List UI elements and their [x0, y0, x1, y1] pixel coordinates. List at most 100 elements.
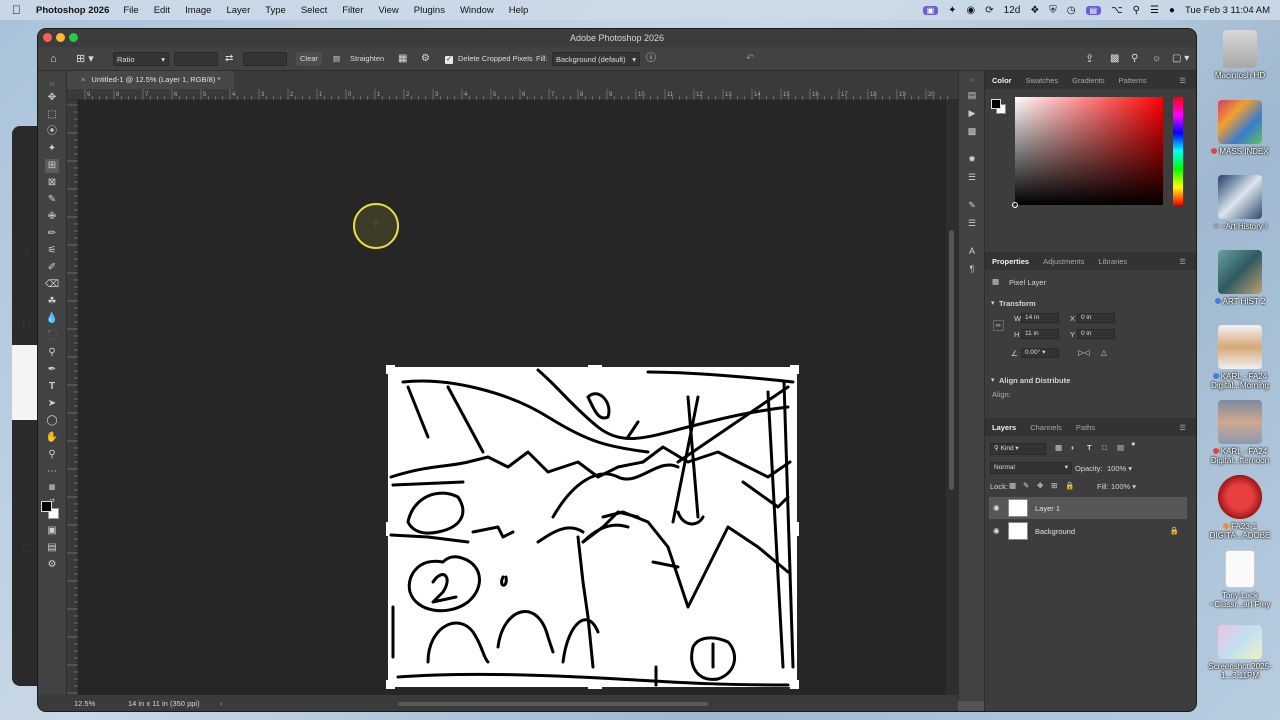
height-input[interactable]: 11 in — [1021, 329, 1059, 339]
ellipse-tool-icon[interactable]: ◯ — [45, 414, 59, 428]
fill-value[interactable]: 100% ▾ — [1111, 482, 1136, 491]
angle-input[interactable]: 0.00° ▾ — [1021, 348, 1059, 358]
apple-menu-icon[interactable]:  — [12, 3, 30, 17]
desktop-icon-tony-lack[interactable]: Tony Lack ~Classr...arl Frey — [1200, 550, 1280, 609]
comments-icon[interactable]: ▩ — [966, 125, 978, 137]
clear-button[interactable]: Clear — [296, 52, 322, 66]
lock-image-icon[interactable]: ✎ — [1023, 481, 1029, 490]
camera-icon[interactable]: ◉ — [967, 5, 976, 16]
close-tab-icon[interactable]: × — [81, 75, 85, 84]
panel-menu-icon[interactable]: ☰ — [1179, 257, 1186, 266]
pen-tool-icon[interactable]: ✒ — [45, 363, 59, 377]
document-canvas[interactable] — [386, 365, 799, 689]
menu-filter[interactable]: Filter — [342, 5, 363, 16]
tab-swatches[interactable]: Swatches — [1026, 76, 1059, 85]
hue-slider[interactable] — [1173, 97, 1183, 205]
crop-handle-bottom-right[interactable] — [790, 680, 799, 689]
menu-type[interactable]: Type — [265, 5, 286, 16]
horizontal-scroll-thumb[interactable] — [398, 702, 708, 706]
menu-layer[interactable]: Layer — [226, 5, 250, 16]
magic-wand-tool-icon[interactable]: ✦ — [45, 142, 59, 156]
crop-handle-bottom-left[interactable] — [386, 680, 395, 689]
vertical-scrollbar[interactable] — [946, 100, 958, 701]
character-icon[interactable]: A — [966, 245, 978, 257]
desktop-icon-fa23-digital[interactable]: FA23-1 DIGITA...ADOBE — [1200, 475, 1280, 540]
actions-icon[interactable]: ▶ — [966, 107, 978, 119]
menu-help[interactable]: Help — [509, 5, 529, 16]
panel-menu-icon[interactable]: ☰ — [1179, 423, 1186, 432]
blur-tool-icon[interactable]: 💧 — [45, 312, 59, 326]
zoom-tool-icon[interactable]: ⚲ — [45, 448, 59, 462]
eyedropper-tool-icon[interactable]: ✎ — [45, 193, 59, 207]
screen-share-icon[interactable]: ▣ — [922, 5, 939, 15]
menu-select[interactable]: Select — [301, 5, 327, 16]
discover-icon[interactable]: ☼ — [1152, 52, 1161, 66]
visibility-eye-icon[interactable]: ◉ — [993, 503, 1000, 512]
crop-handle-top-left[interactable] — [386, 365, 395, 374]
properties-icon[interactable]: ☰ — [966, 217, 978, 229]
canvas-area[interactable]: ⚲ — [78, 100, 946, 701]
history-brush-tool-icon[interactable]: ✐ — [45, 261, 59, 275]
menu-edit[interactable]: Edit — [154, 5, 170, 16]
menu-file[interactable]: File — [123, 5, 138, 16]
visibility-eye-icon[interactable]: ◉ — [993, 526, 1000, 535]
edit-toolbar-icon[interactable]: ⚙ — [45, 558, 59, 572]
tab-paths[interactable]: Paths — [1076, 423, 1095, 432]
control-center-icon[interactable]: ☰ — [1150, 5, 1159, 16]
share-icon[interactable]: ⇪ — [1085, 52, 1094, 66]
frame-tool-icon[interactable]: ⊠ — [45, 176, 59, 190]
settings-gear-icon[interactable]: ⚙ — [421, 52, 430, 66]
brushes-icon[interactable]: ☰ — [966, 171, 978, 183]
app-menu[interactable]: Photoshop 2026 — [36, 5, 109, 16]
crop-tool-icon[interactable]: ⊞ — [45, 159, 59, 173]
crop-tool-preset-icon[interactable]: ⊞ ▾ — [76, 52, 94, 66]
tab-adjustments[interactable]: Adjustments — [1043, 257, 1084, 266]
link-dimensions-icon[interactable]: ∞ — [993, 320, 1004, 331]
filter-type-icon[interactable]: T — [1087, 443, 1092, 452]
desktop-icon-art-hist-2[interactable]: ART HIST 2 — [1200, 250, 1280, 306]
desktop-icon-screenshot[interactable]: Screenshot 2025-1...3.11PM — [1200, 625, 1280, 680]
document-info[interactable]: 14 in x 11 in (350 ppi) — [128, 695, 200, 711]
menu-plugins[interactable]: Plugins — [414, 5, 445, 16]
horizontal-ruler[interactable]: 9 8 7 6 5 4 3 2 1 0 1 2 3 4 5 6 7 8 9 10 11 12 13 14 15 16 17 18 19 2… — [67, 89, 958, 100]
zoom-level[interactable]: 12.5% — [74, 695, 95, 711]
fill-select[interactable]: Background (default) ▾ — [552, 52, 640, 66]
zoom-window-button[interactable] — [69, 33, 78, 42]
tab-layers[interactable]: Layers — [992, 423, 1016, 432]
panel-menu-icon[interactable]: ☰ — [1179, 76, 1186, 85]
dodge-tool-icon[interactable]: ⚫ — [45, 329, 59, 343]
display-icon[interactable]: ▤ — [1085, 5, 1102, 15]
screen-mode-icon[interactable]: ▤ — [45, 541, 59, 555]
paragraph-icon[interactable]: ¶ — [966, 263, 978, 275]
marquee-tool-icon[interactable]: ⬚ — [45, 108, 59, 122]
comments-icon[interactable]: ▩ — [1110, 52, 1119, 66]
chevron-down-icon[interactable]: ▾ — [991, 299, 995, 307]
ratio-height-input[interactable] — [243, 52, 287, 66]
lock-transparent-icon[interactable]: ▦ — [1009, 481, 1016, 490]
filter-toggle-icon[interactable]: ● — [1131, 439, 1136, 448]
quick-mask-icon[interactable]: ▣ — [45, 524, 59, 538]
siri-icon[interactable]: ● — [1169, 5, 1175, 16]
layer-kind-filter[interactable]: ⚲ Kind ▾ — [990, 443, 1046, 455]
brush-tool-icon[interactable]: ✏ — [45, 227, 59, 241]
flip-vertical-icon[interactable]: △ — [1101, 348, 1107, 357]
grid-overlay-icon[interactable]: ▦ — [398, 52, 407, 66]
paint-bucket-tool-icon[interactable]: ☘ — [45, 295, 59, 309]
filter-smart-object-icon[interactable]: ▤ — [1117, 443, 1124, 452]
layer-row-layer-1[interactable]: ◉ Layer 1 — [989, 497, 1187, 519]
opacity-value[interactable]: 100% ▾ — [1107, 464, 1132, 473]
crop-handle-top-right[interactable] — [790, 365, 799, 374]
hand-tool-icon[interactable]: ✋ — [45, 431, 59, 445]
wifi-icon[interactable]: ⌥ — [1111, 5, 1123, 16]
color-picker-field[interactable] — [1012, 97, 1163, 208]
layer-row-background[interactable]: ◉ Background 🔒 — [989, 520, 1187, 542]
move-tool-icon[interactable]: ✥ — [45, 91, 59, 105]
straighten-icon[interactable]: ▤ — [333, 52, 340, 66]
home-icon[interactable]: ⌂ — [50, 52, 57, 66]
width-input[interactable]: 14 in — [1021, 313, 1059, 323]
tab-gradients[interactable]: Gradients — [1072, 76, 1105, 85]
clock-icon[interactable]: ◷ — [1067, 5, 1076, 16]
filter-pixel-icon[interactable]: ▦ — [1055, 443, 1062, 452]
menu-image[interactable]: Image — [185, 5, 211, 16]
y-input[interactable]: 0 in — [1077, 329, 1115, 339]
